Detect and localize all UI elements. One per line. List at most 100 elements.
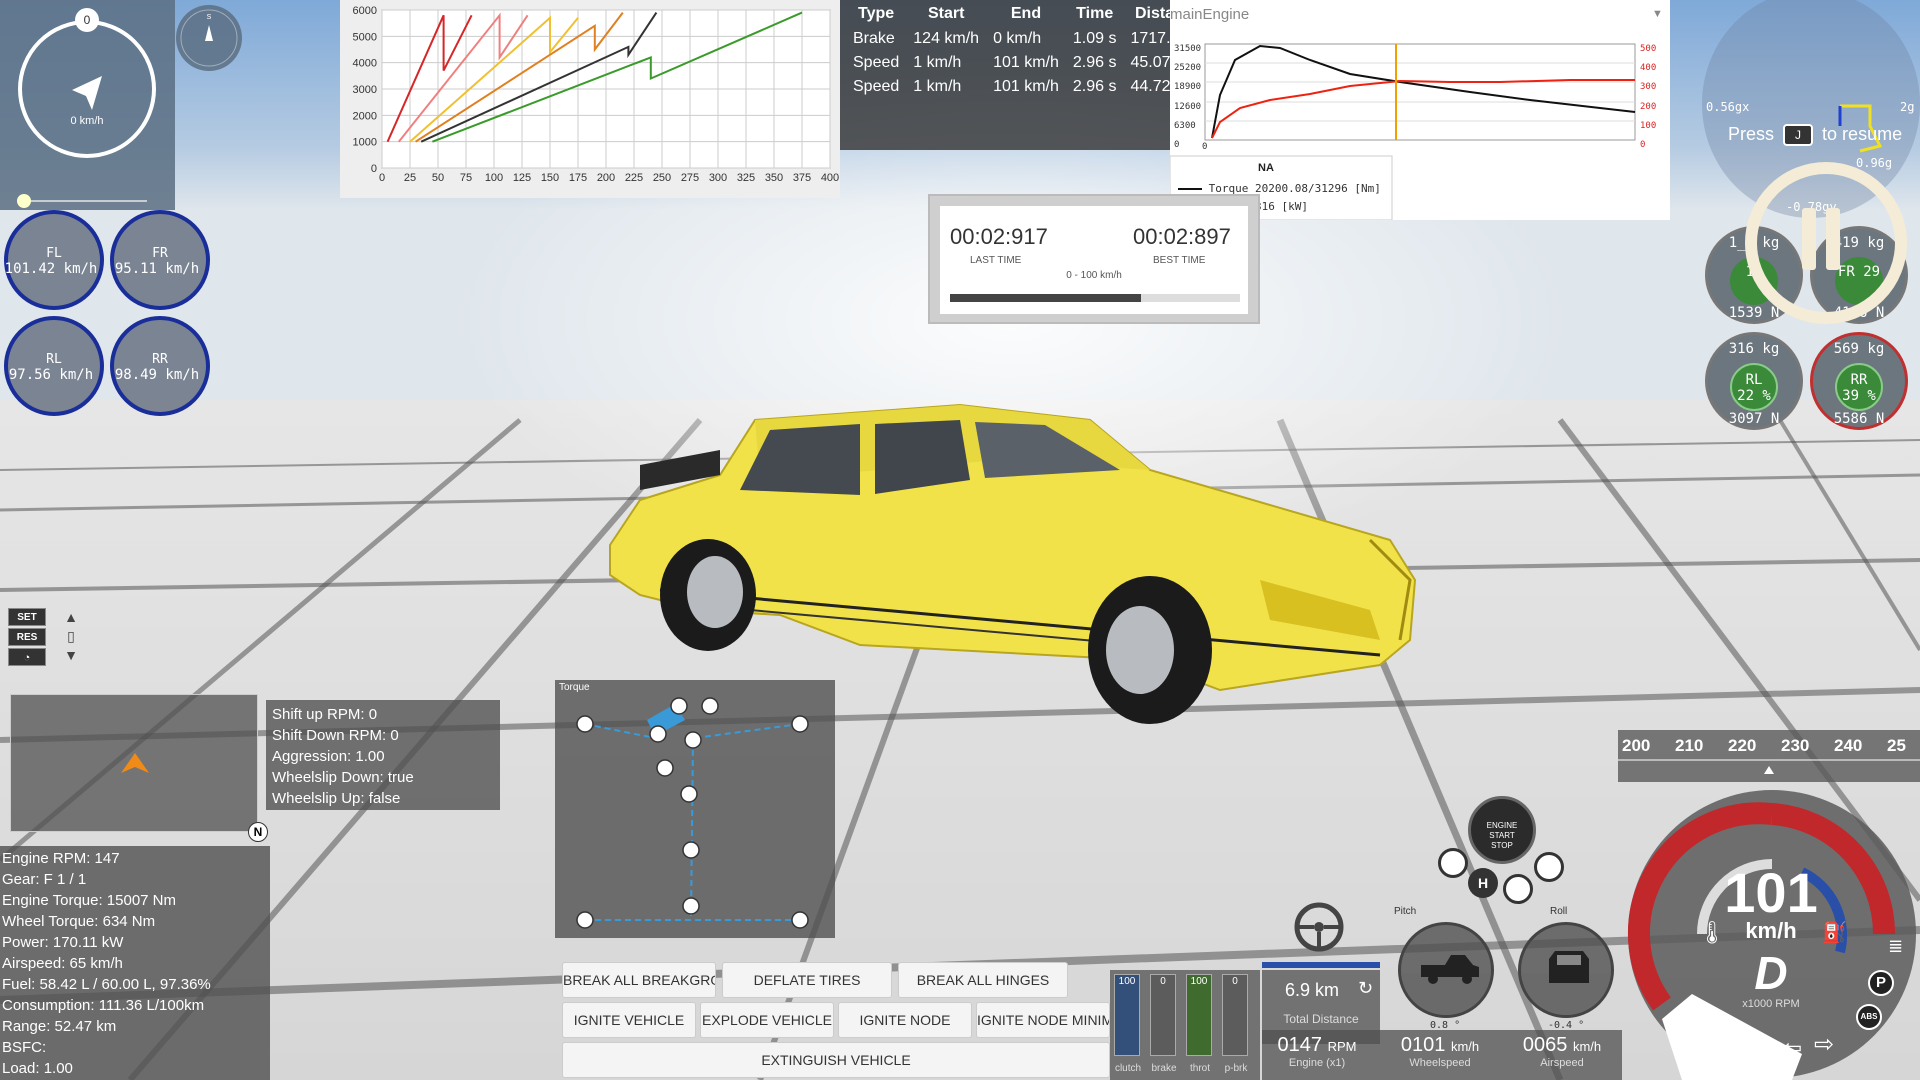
deflate-tires-button[interactable]: DEFLATE TIRES — [722, 962, 892, 998]
resume-press-text: Press — [1728, 124, 1775, 144]
axis-tick: 300 — [1640, 82, 1657, 93]
pedal-label: p-brk — [1224, 1063, 1248, 1074]
table-cell: Brake — [853, 30, 895, 47]
vehicle-info-line: Engine RPM: 147 — [2, 850, 120, 867]
wheel-label: FR — [152, 246, 168, 261]
pedal-fill — [1115, 975, 1139, 1055]
y-axis-tick-label: 1000 — [353, 137, 377, 149]
tire-load-newton: 5586 N — [1833, 411, 1885, 427]
table-cell: 2.96 s — [1072, 78, 1117, 95]
table-cell: 1 km/h — [913, 54, 962, 71]
y-axis-tick-label: 0 — [371, 163, 377, 175]
cruise-set-button[interactable]: SET — [8, 608, 46, 626]
axis-tick: 0 — [1640, 140, 1646, 151]
x-axis-tick-label: 300 — [709, 172, 727, 184]
engine-torque-graph-panel: mainEngine ▼ 31500 25200 18900 12600 630… — [1170, 0, 1670, 220]
axis-tick: 500 — [1640, 44, 1657, 54]
table-row: Brake 124 km/h 0 km/h 1.09 s 1717.65 — [846, 27, 1195, 51]
resume-to-text: to resume — [1822, 124, 1903, 144]
gearbox-info-line: Aggression: 1.00 — [272, 748, 385, 765]
bottom-readouts: 0147 RPM Engine (x1) 0101 km/h Wheelspee… — [1262, 1030, 1622, 1080]
vehicle-action-buttons: BREAK ALL BREAKGROUPS DEFLATE TIRES BREA… — [558, 960, 1110, 1080]
handbrake-icon[interactable]: H — [1468, 868, 1498, 898]
last-time-label: LAST TIME — [970, 255, 1022, 266]
speedometer-icon[interactable]: ◔ — [8, 648, 46, 666]
powertrain-svg — [576, 697, 809, 929]
axis-tick: 0 — [1174, 140, 1180, 151]
wheel-speed-gauge-fl: FL 101.42 km/h — [4, 210, 104, 310]
g-meter-left-value: 0.56gx — [1706, 100, 1750, 114]
speed-tape: 200 210 220 230 240 25 — [1618, 730, 1920, 782]
wheel-lock-icon[interactable] — [1503, 874, 1533, 904]
x-axis-tick-label: 100 — [485, 172, 503, 184]
speedometer: 101 km/h D x1000 RPM 🌡 ⛽ ≣ P ABS ⇦ ⇨ — [1622, 784, 1920, 1080]
x-axis-tick-label: 250 — [653, 172, 671, 184]
parking-brake-indicator: P — [1868, 970, 1894, 996]
timer-card: 00:02:917 LAST TIME 00:02:897 BEST TIME … — [940, 206, 1248, 314]
wheel-lock-icon[interactable] — [1534, 852, 1564, 882]
cruise-resume-button[interactable]: RES — [8, 628, 46, 646]
brake-pedal-bar: 0 brake — [1150, 974, 1177, 1074]
tire-load-newton: 3097 N — [1728, 411, 1780, 427]
speed-slider-knob[interactable] — [17, 194, 31, 208]
wheel-speed-gauge-fr: FR 95.11 km/h — [110, 210, 210, 310]
table-header: End — [1010, 5, 1042, 22]
engine-legend-title: NA — [1258, 162, 1274, 174]
wheel-label: RR — [152, 352, 168, 367]
fuel-pump-icon: ⛽ — [1822, 922, 1847, 944]
vehicle-info-line: BSFC: — [2, 1039, 47, 1056]
vehicle-info-line: Airspeed: 65 km/h — [2, 955, 123, 972]
explode-vehicle-button[interactable]: EXPLODE VEHICLE — [700, 1002, 834, 1038]
engine-rpm-label: Engine (x1) — [1288, 1057, 1346, 1069]
right-turn-signal-icon: ⇨ — [1814, 1031, 1835, 1058]
axis-tick: 100 — [1640, 120, 1657, 131]
engine-button-line: ENGINE — [1486, 821, 1518, 830]
gear-shift-chart-svg: 0 25 50 75 100 125 150 175 200 225 250 275 300 325 350… — [353, 5, 840, 184]
x-axis-tick-label: 225 — [625, 172, 643, 184]
chevron-down-icon[interactable]: ▼ — [64, 646, 78, 665]
axis-tick: 12600 — [1174, 101, 1202, 112]
speed-dial — [18, 20, 156, 158]
wheel-speed-gauge-rl: RL 97.56 km/h — [4, 316, 104, 416]
table-cell: 124 km/h — [913, 30, 980, 47]
powertrain-title: Torque — [559, 682, 590, 693]
vehicle-info-line: Fuel: 58.42 L / 60.00 L, 97.36% — [2, 976, 211, 993]
best-time-label: BEST TIME — [1153, 255, 1206, 266]
acceleration-test-table: Type Start End Time Distan Brake 124 km/… — [840, 0, 1188, 150]
table-header: Type — [858, 5, 895, 22]
gearbox-info-panel: Shift up RPM: 0 Shift Down RPM: 0 Aggres… — [266, 700, 500, 810]
engine-rpm-value: 0147 — [1277, 1034, 1323, 1056]
chevron-up-icon[interactable]: ▲ — [64, 608, 78, 627]
wheelspeed-value: 0101 — [1400, 1034, 1446, 1056]
gearbox-info-line: Shift up RPM: 0 — [272, 706, 378, 723]
engine-start-stop-button[interactable]: ENGINE START STOP — [1468, 796, 1536, 864]
speed-tape-scale — [1618, 759, 1920, 774]
ignite-node-button[interactable]: IGNITE NODE — [838, 1002, 972, 1038]
cruise-control-panel: SET RES ◔ — [8, 608, 48, 672]
minimap[interactable] — [10, 694, 258, 832]
break-all-breakgroups-button[interactable]: BREAK ALL BREAKGROUPS — [562, 962, 716, 998]
pedal-value: 100 — [1118, 976, 1136, 987]
keyboard-key-icon: J — [1783, 124, 1814, 147]
wheel-speed-gauge-rr: RR 98.49 km/h — [110, 316, 210, 416]
navigation-arrow-icon — [72, 76, 102, 110]
pedal-label: clutch — [1114, 1063, 1142, 1074]
speed-slider-track[interactable] — [22, 200, 147, 202]
ignite-vehicle-button[interactable]: IGNITE VEHICLE — [562, 1002, 696, 1038]
gear-shift-chart: 0 25 50 75 100 125 150 175 200 225 250 275 300 325 350… — [340, 0, 840, 198]
steering-angle-bar — [1262, 962, 1380, 968]
ignite-node-minimal-button[interactable]: IGNITE NODE MINIM — [976, 1002, 1110, 1038]
pedal-value: 0 — [1232, 976, 1238, 987]
reset-icon[interactable]: ↻ — [1358, 978, 1373, 999]
pause-bar-right — [1826, 208, 1840, 270]
break-all-hinges-button[interactable]: BREAK ALL HINGES — [898, 962, 1068, 998]
wheel-lock-icon[interactable] — [1438, 848, 1468, 878]
pitch-gauge — [1398, 922, 1494, 1018]
tire-label: RL — [1745, 372, 1763, 388]
pitch-label: Pitch — [1394, 906, 1417, 917]
timer-range-label: 0 - 100 km/h — [1066, 270, 1122, 281]
wheel-speed-value: 97.56 km/h — [8, 367, 94, 383]
engine-rpm-readout: 0147 RPM Engine (x1) — [1262, 1034, 1372, 1069]
tire-load-kg: 316 kg — [1728, 341, 1780, 357]
extinguish-vehicle-button[interactable]: EXTINGUISH VEHICLE — [562, 1042, 1110, 1078]
